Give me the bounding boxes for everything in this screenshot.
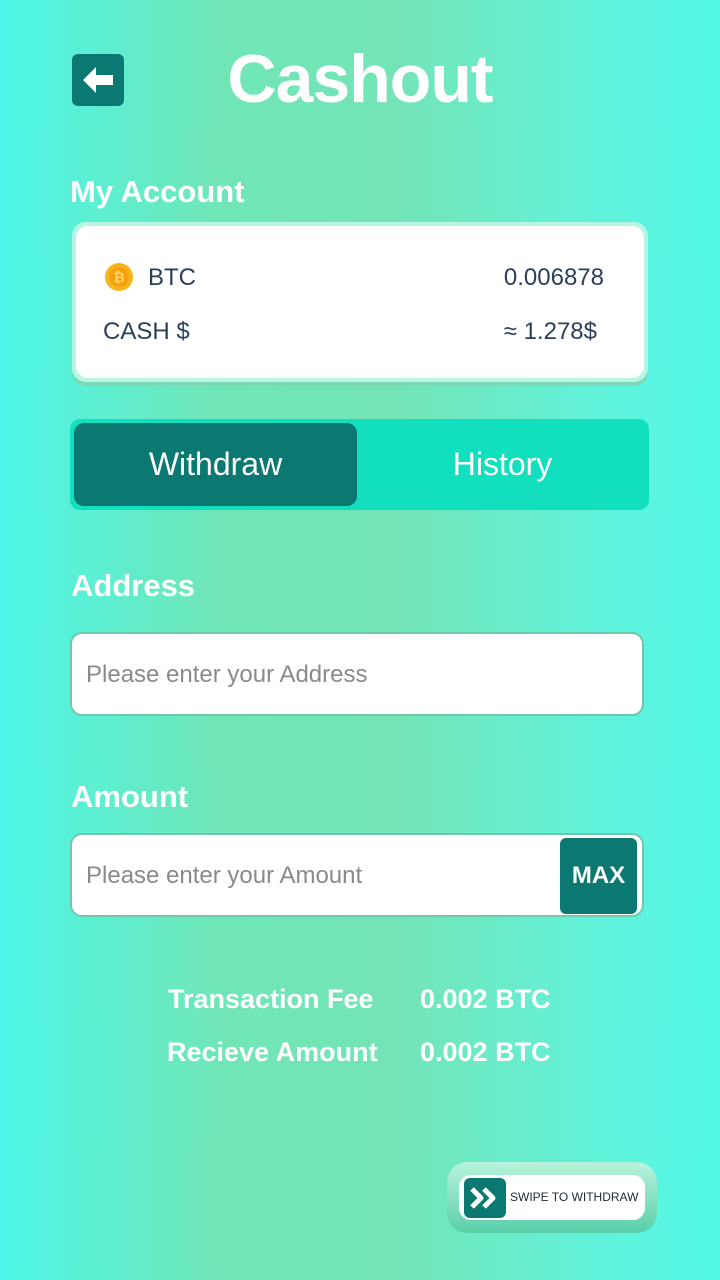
cash-label: CASH $ (103, 318, 190, 345)
amount-input[interactable] (84, 835, 548, 917)
amount-field-box: MAX (70, 833, 644, 917)
my-account-heading: My Account (70, 174, 245, 209)
address-field-box (70, 632, 644, 716)
swipe-handle[interactable] (464, 1178, 506, 1218)
max-button[interactable]: MAX (560, 838, 637, 914)
receive-amount-value: 0.002 BTC (420, 1037, 551, 1067)
tab-withdraw[interactable]: Withdraw (74, 423, 357, 506)
svg-text:₿: ₿ (113, 270, 124, 286)
btc-label: BTC (148, 264, 196, 291)
double-chevron-right-icon (470, 1187, 496, 1209)
account-card: ₿ BTC 0.006878 CASH $ ≈ 1.278$ (72, 222, 648, 382)
address-label: Address (71, 568, 196, 603)
tab-history[interactable]: History (360, 423, 645, 506)
cash-balance: ≈ 1.278$ (503, 318, 597, 345)
transaction-fee-label: Transaction Fee (168, 984, 374, 1014)
bitcoin-coin-icon: ₿ (105, 263, 133, 291)
address-input[interactable] (84, 634, 628, 716)
swipe-to-withdraw-slider[interactable]: SWIPE TO WITHDRAW (447, 1162, 657, 1233)
swipe-label: SWIPE TO WITHDRAW (510, 1190, 639, 1204)
btc-balance: 0.006878 (503, 264, 604, 291)
transaction-fee-value: 0.002 BTC (420, 984, 551, 1014)
receive-amount-label: Recieve Amount (167, 1037, 378, 1067)
page-title: Cashout (227, 41, 494, 117)
amount-label: Amount (71, 779, 189, 814)
swipe-track: SWIPE TO WITHDRAW (459, 1175, 645, 1220)
tab-bar: Withdraw History (70, 419, 649, 510)
